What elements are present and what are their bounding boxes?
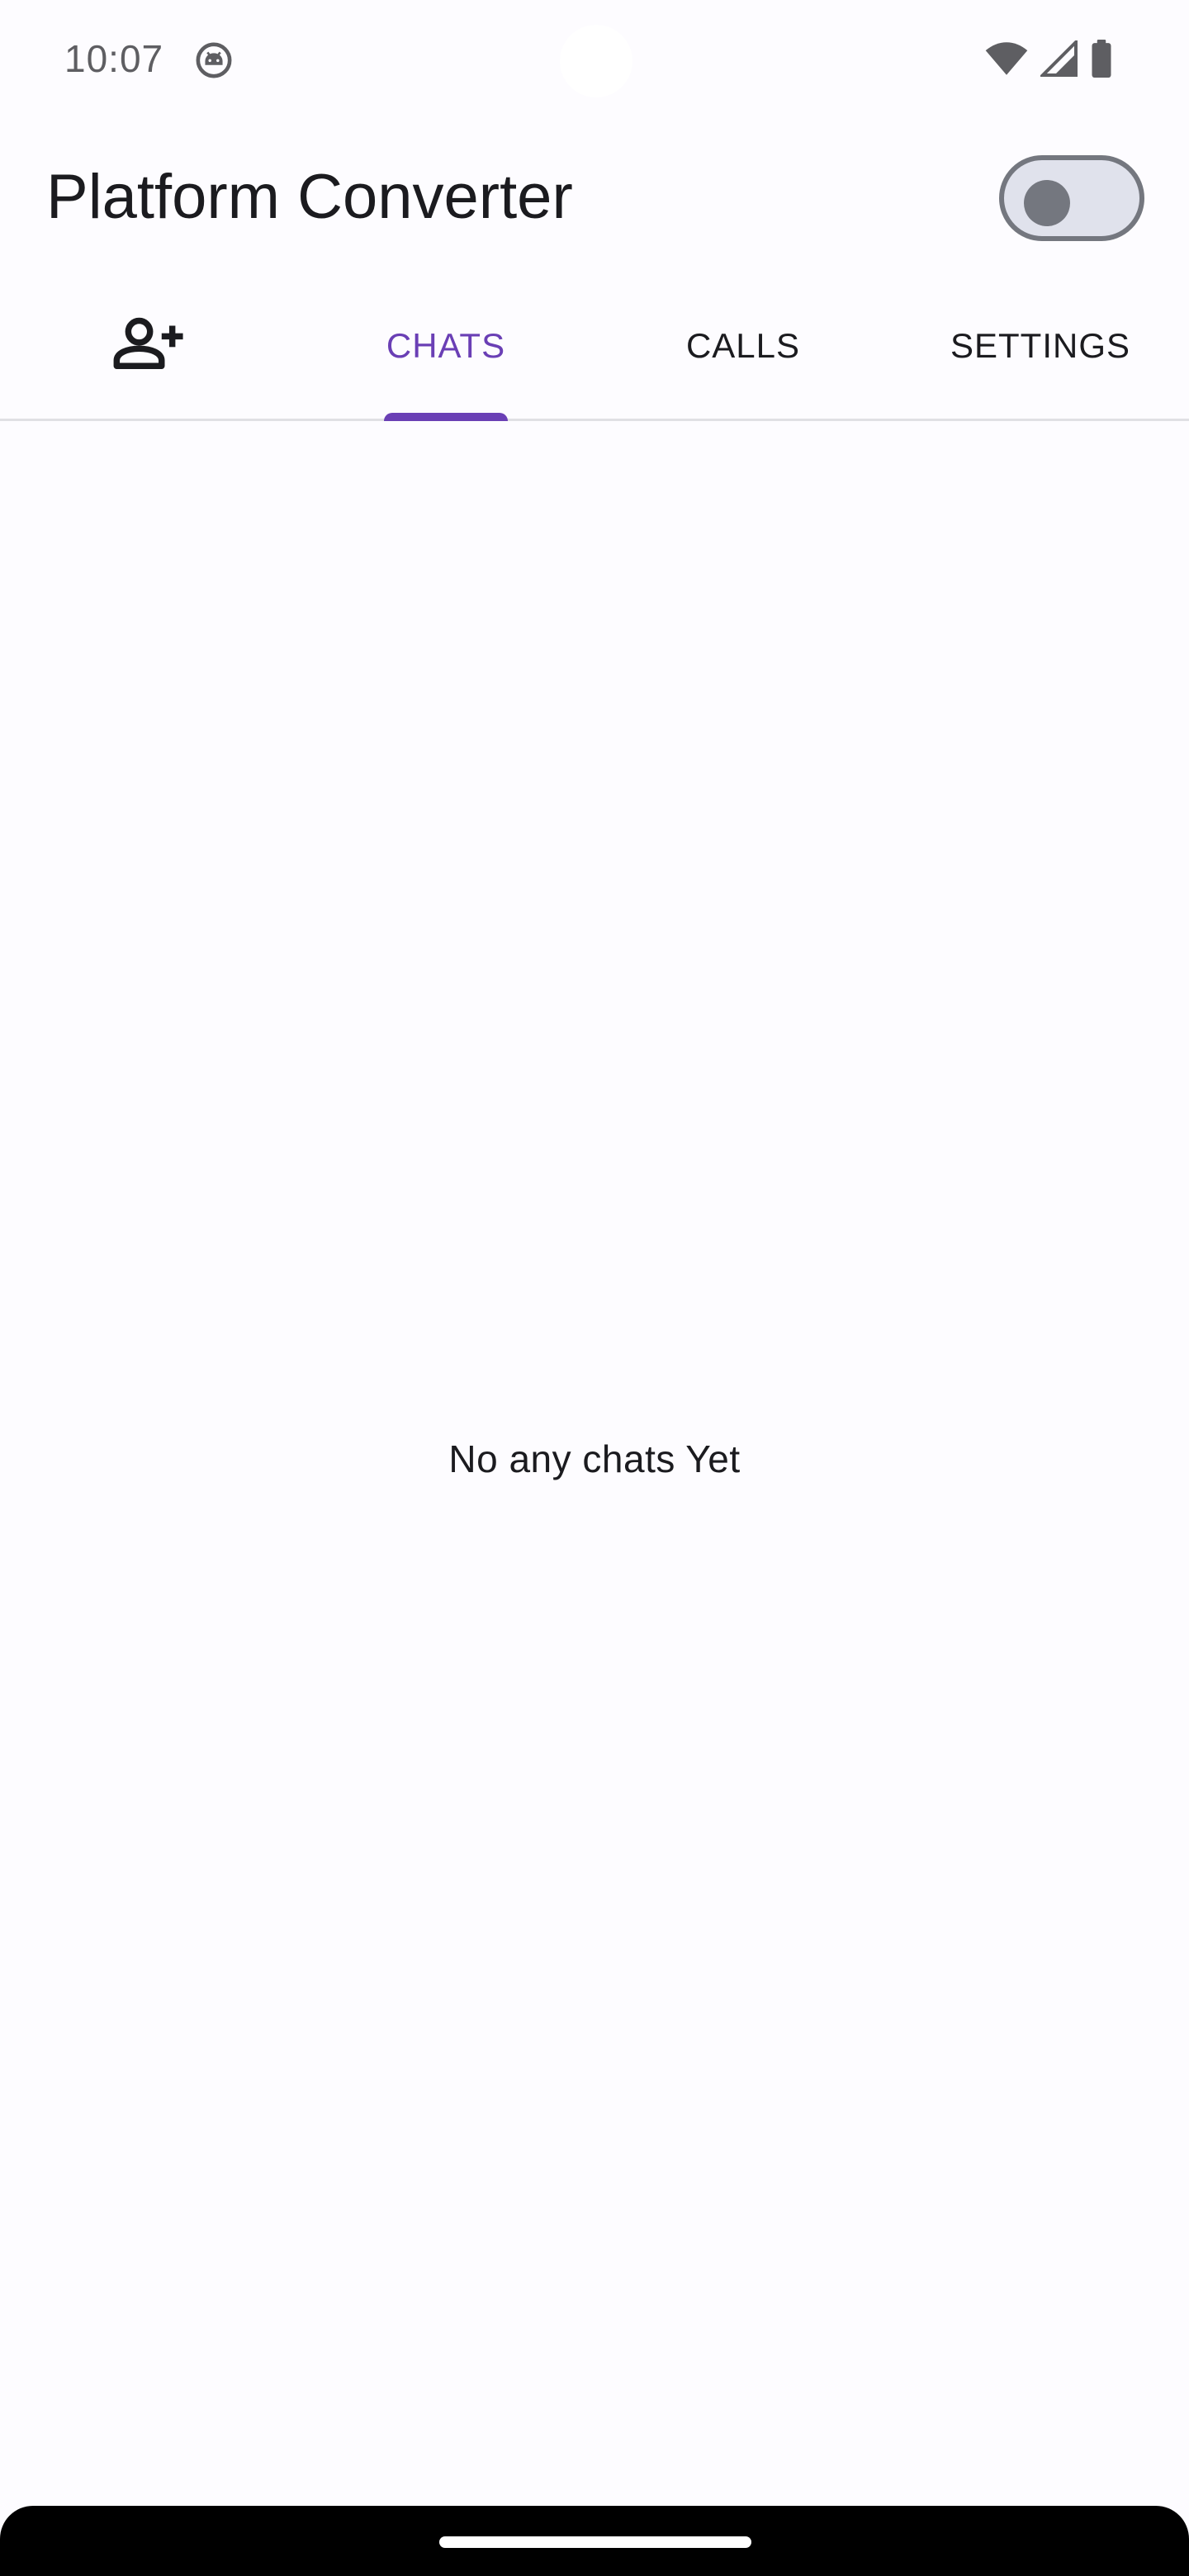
android-debug-icon: [195, 41, 233, 79]
empty-chats-message: No any chats Yet: [448, 1437, 741, 1480]
camera-cutout: [560, 25, 632, 97]
status-icons: [984, 37, 1113, 82]
tab-chats[interactable]: CHATS: [297, 272, 594, 421]
chats-content: No any chats Yet: [0, 421, 1189, 2506]
battery-icon: [1090, 39, 1113, 82]
wifi-icon: [984, 40, 1029, 81]
cell-signal-icon: [1039, 37, 1078, 81]
toggle-thumb: [1024, 180, 1070, 226]
screen: 10:07 Platform Converter CHATS CALLS SET…: [0, 0, 1189, 2576]
tab-add-contact[interactable]: [0, 272, 297, 419]
active-tab-indicator: [384, 413, 508, 421]
home-gesture-handle[interactable]: [439, 2536, 751, 2548]
system-navigation-bar: [0, 2506, 1189, 2576]
status-time: 10:07: [64, 37, 164, 80]
status-bar: 10:07: [0, 0, 1189, 124]
platform-toggle-switch[interactable]: [999, 155, 1144, 241]
tab-settings-label: SETTINGS: [950, 325, 1131, 365]
tab-chats-label: CHATS: [386, 325, 506, 365]
tab-settings[interactable]: SETTINGS: [892, 272, 1189, 419]
tab-calls-label: CALLS: [685, 325, 801, 365]
tab-calls[interactable]: CALLS: [594, 272, 892, 419]
app-bar: Platform Converter: [0, 124, 1189, 272]
person-add-icon: [113, 317, 184, 374]
tab-bar: CHATS CALLS SETTINGS: [0, 272, 1189, 421]
app-title: Platform Converter: [46, 162, 573, 232]
